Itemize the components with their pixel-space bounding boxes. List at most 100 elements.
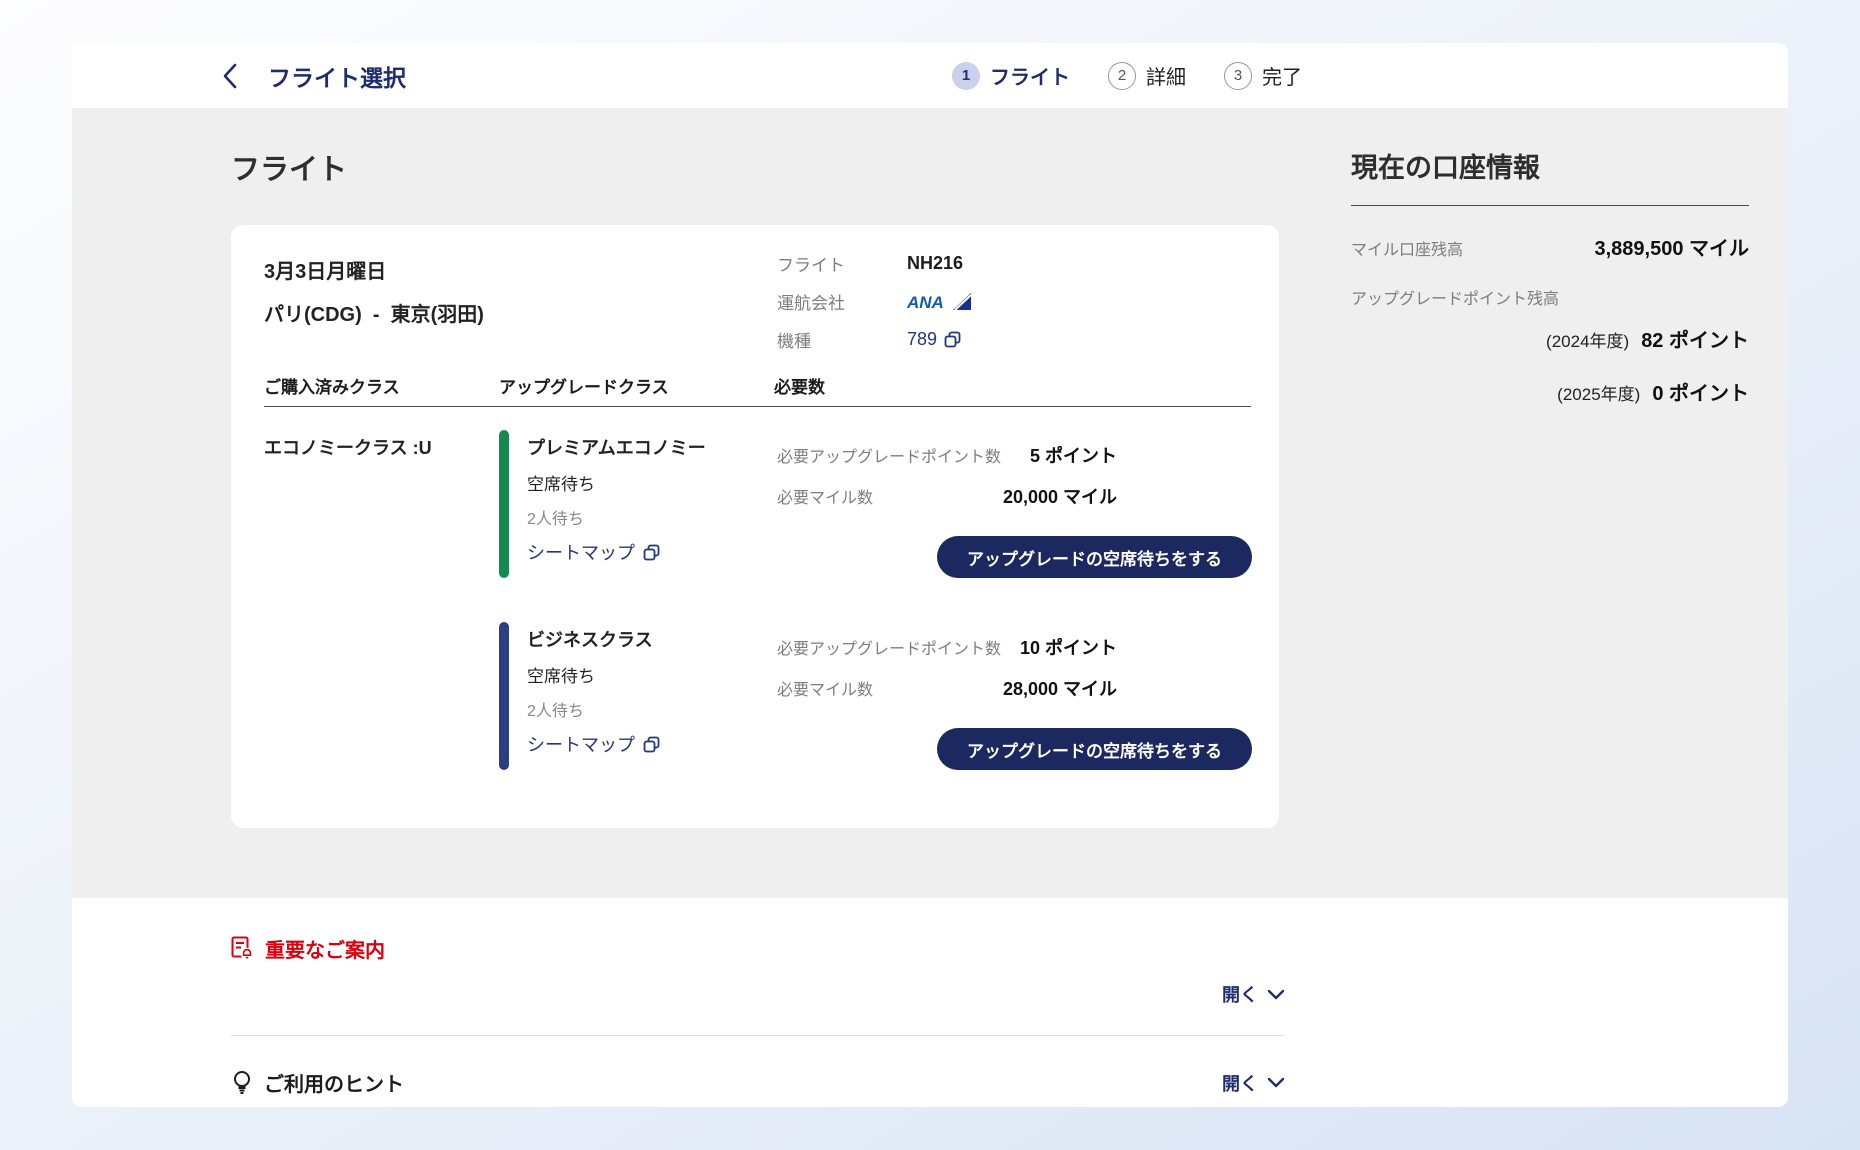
seatmap-label: シートマップ (527, 731, 635, 757)
required-miles-row: 必要マイル数 20,000 マイル (777, 483, 1117, 509)
bottom-section: 重要なご案内 開く ご利用のヒント 開く (72, 898, 1788, 1107)
sidebar-divider (1351, 205, 1749, 206)
required-points-label: 必要アップグレードポイント数 (777, 635, 1001, 659)
usage-hints-title: ご利用のヒント (264, 1068, 404, 1097)
usage-hints-header: ご利用のヒント (231, 1068, 404, 1097)
step-number: 2 (1108, 62, 1136, 90)
points-value: 0 ポイント (1652, 377, 1749, 406)
info-label: 機種 (777, 327, 907, 352)
upgrade-points-balance-label: アップグレードポイント残高 (1351, 285, 1749, 309)
important-notice-header: 重要なご案内 (231, 934, 1285, 963)
info-row-aircraft: 機種 789 (777, 327, 973, 352)
required-miles-value: 28,000 マイル (1003, 675, 1117, 701)
required-miles-row: 必要マイル数 28,000 マイル (777, 675, 1117, 701)
open-label: 開く (1222, 1070, 1258, 1096)
flight-date: 3月3日月曜日 (264, 255, 1252, 284)
svg-text:ANA: ANA (907, 293, 944, 311)
step-label: フライト (990, 61, 1070, 90)
availability-status: 空席待ち (527, 470, 706, 495)
purchased-class: エコノミークラス :U (264, 430, 499, 770)
info-row-flight: フライト NH216 (777, 251, 973, 276)
waitlist-upgrade-button[interactable]: アップグレードの空席待ちをする (937, 536, 1252, 578)
seatmap-link[interactable]: シートマップ (527, 539, 660, 565)
notice-document-bell-icon (231, 936, 254, 961)
step-flight: 1 フライト (952, 61, 1070, 90)
chevron-down-icon (1267, 989, 1285, 1000)
required-points-value: 5 ポイント (1030, 442, 1117, 468)
section-heading: フライト (231, 146, 347, 188)
usage-hints-open-button[interactable]: 開く (1222, 1070, 1285, 1096)
option-class-block: ビジネスクラス 空席待ち 2人待ち シートマップ (499, 622, 777, 770)
open-new-window-icon (643, 544, 660, 561)
waitlist-upgrade-button[interactable]: アップグレードの空席待ちをする (937, 728, 1252, 770)
points-value: 82 ポイント (1641, 324, 1749, 353)
mile-balance-value: 3,889,500 マイル (1594, 232, 1749, 261)
ana-logo: ANA (907, 292, 973, 311)
back-chevron-icon (220, 62, 240, 90)
required-points-value: 10 ポイント (1020, 634, 1117, 660)
info-label: フライト (777, 251, 907, 276)
points-2025-row: (2025年度) 0 ポイント (1351, 377, 1749, 406)
mile-balance-label: マイル口座残高 (1351, 236, 1463, 260)
step-complete: 3 完了 (1224, 61, 1302, 90)
step-details: 2 詳細 (1108, 61, 1186, 90)
open-new-window-icon (944, 331, 961, 348)
page-container: フライト選択 1 フライト 2 詳細 3 完了 フライト 3月3日月曜日 パリ(… (72, 43, 1788, 1107)
fiscal-year: (2024年度) (1546, 327, 1629, 352)
class-color-bar (499, 622, 509, 770)
seatmap-link[interactable]: シートマップ (527, 731, 660, 757)
aircraft-type: 789 (907, 329, 937, 350)
flight-route: パリ(CDG) - 東京(羽田) (264, 298, 1252, 327)
points-2024-row: (2024年度) 82 ポイント (1351, 324, 1749, 353)
availability-status: 空席待ち (527, 662, 660, 687)
step-label: 完了 (1262, 61, 1302, 90)
step-number: 3 (1224, 62, 1252, 90)
col-header-required: 必要数 (774, 373, 825, 398)
fiscal-year: (2025年度) (1557, 380, 1640, 405)
step-label: 詳細 (1146, 61, 1186, 90)
waitlist-count: 2人待ち (527, 697, 660, 721)
flight-info: フライト NH216 運航会社 ANA 機種 789 (777, 251, 973, 365)
aircraft-type-link[interactable]: 789 (907, 329, 961, 350)
upgrade-class-name: プレミアムエコノミー (527, 430, 706, 460)
required-points-row: 必要アップグレードポイント数 5 ポイント (777, 442, 1117, 468)
important-notice-open-button[interactable]: 開く (1222, 981, 1285, 1007)
important-notice-title: 重要なご案内 (265, 934, 385, 963)
class-color-bar (499, 430, 509, 578)
col-header-purchased-class: ご購入済みクラス (264, 373, 499, 398)
page-header: フライト選択 1 フライト 2 詳細 3 完了 (72, 43, 1788, 108)
option-class-block: プレミアムエコノミー 空席待ち 2人待ち シートマップ (499, 430, 777, 578)
table-header-divider (264, 406, 1251, 407)
chevron-down-icon (1267, 1077, 1285, 1088)
back-button[interactable] (220, 62, 240, 90)
account-info-panel: 現在の口座情報 マイル口座残高 3,889,500 マイル アップグレードポイン… (1351, 146, 1749, 406)
required-points-label: 必要アップグレードポイント数 (777, 443, 1001, 467)
mile-balance-row: マイル口座残高 3,889,500 マイル (1351, 232, 1749, 261)
upgrade-class-name: ビジネスクラス (527, 622, 660, 652)
info-label: 運航会社 (777, 289, 907, 314)
stepper: 1 フライト 2 詳細 3 完了 (952, 43, 1302, 108)
info-row-carrier: 運航会社 ANA (777, 289, 973, 314)
col-header-upgrade-class: アップグレードクラス (499, 373, 774, 398)
flight-card: 3月3日月曜日 パリ(CDG) - 東京(羽田) フライト NH216 運航会社… (231, 225, 1279, 828)
upgrade-table-row: エコノミークラス :U プレミアムエコノミー 空席待ち 2人待ち シートマップ (264, 430, 1252, 770)
waitlist-count: 2人待ち (527, 505, 706, 529)
table-header-row: ご購入済みクラス アップグレードクラス 必要数 (264, 373, 1252, 398)
account-info-heading: 現在の口座情報 (1351, 146, 1749, 185)
seatmap-label: シートマップ (527, 539, 635, 565)
lightbulb-icon (231, 1070, 253, 1095)
step-number: 1 (952, 62, 980, 90)
required-miles-label: 必要マイル数 (777, 484, 873, 508)
required-miles-label: 必要マイル数 (777, 676, 873, 700)
upgrade-option-business: ビジネスクラス 空席待ち 2人待ち シートマップ (499, 622, 1252, 770)
flight-number: NH216 (907, 253, 963, 274)
upgrade-options: プレミアムエコノミー 空席待ち 2人待ち シートマップ (499, 430, 1252, 770)
accordion-divider (231, 1035, 1285, 1036)
required-points-row: 必要アップグレードポイント数 10 ポイント (777, 634, 1117, 660)
open-label: 開く (1222, 981, 1258, 1007)
page-title: フライト選択 (268, 59, 406, 93)
required-miles-value: 20,000 マイル (1003, 483, 1117, 509)
upgrade-option-premium-economy: プレミアムエコノミー 空席待ち 2人待ち シートマップ (499, 430, 1252, 578)
open-new-window-icon (643, 736, 660, 753)
main-area: フライト 3月3日月曜日 パリ(CDG) - 東京(羽田) フライト NH216… (72, 108, 1788, 898)
